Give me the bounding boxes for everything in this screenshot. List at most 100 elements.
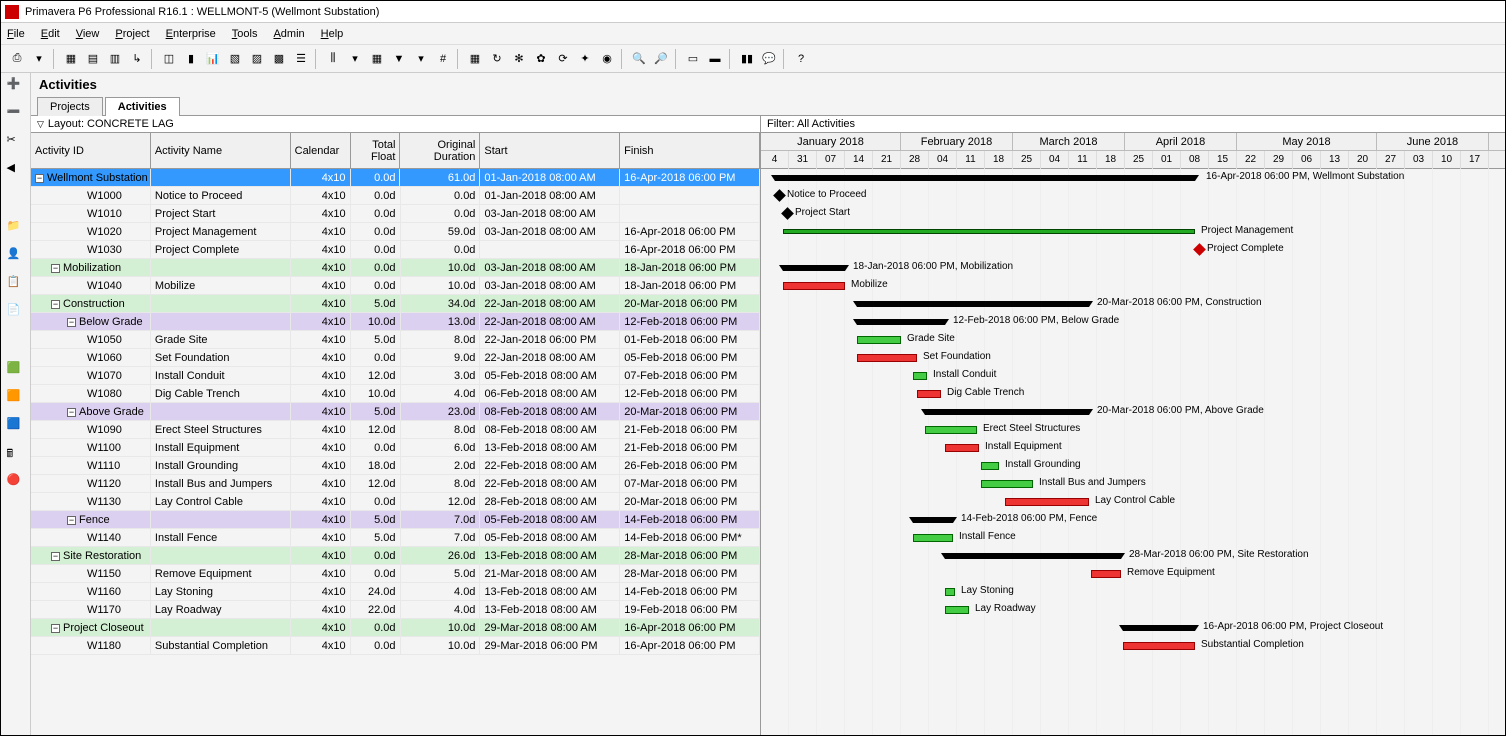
gantt-bar[interactable] [981, 462, 999, 470]
collapse-icon[interactable]: − [51, 624, 60, 633]
table-row[interactable]: W1010Project Start4x100.0d0.0d03-Jan-201… [31, 205, 760, 223]
gantt-bar[interactable] [913, 534, 953, 542]
columns-icon[interactable]: ⫼ [323, 49, 343, 69]
col-original-duration[interactable]: Original Duration [400, 133, 480, 168]
collapse-icon[interactable]: − [67, 318, 76, 327]
col-total-float[interactable]: Total Float [351, 133, 401, 168]
tab-projects[interactable]: Projects [37, 97, 103, 116]
gantt-bar[interactable] [1005, 498, 1089, 506]
clipboard-icon[interactable]: 📋 [7, 275, 25, 293]
expand-icon[interactable]: ▭ [683, 49, 703, 69]
gantt-bar[interactable] [783, 265, 845, 271]
schedule-icon[interactable]: ▦ [465, 49, 485, 69]
layout-icon[interactable]: ▦ [61, 49, 81, 69]
collapse-icon[interactable]: − [35, 174, 44, 183]
table-row[interactable]: W1170Lay Roadway4x1022.0d4.0d13-Feb-2018… [31, 601, 760, 619]
gantt-bar[interactable] [1091, 570, 1121, 578]
table-row[interactable]: W1080Dig Cable Trench4x1010.0d4.0d06-Feb… [31, 385, 760, 403]
menu-view[interactable]: View [76, 28, 100, 40]
menu-project[interactable]: Project [115, 28, 149, 40]
table-row[interactable]: W1050Grade Site4x105.0d8.0d22-Jan-2018 0… [31, 331, 760, 349]
table-row[interactable]: W1090Erect Steel Structures4x1012.0d8.0d… [31, 421, 760, 439]
gantt-bar[interactable] [945, 588, 955, 596]
menu-tools[interactable]: Tools [232, 28, 258, 40]
table-row[interactable]: −Site Restoration4x100.0d26.0d13-Feb-201… [31, 547, 760, 565]
gantt-bar[interactable] [857, 336, 901, 344]
hash-icon[interactable]: # [433, 49, 453, 69]
table-row[interactable]: −Wellmont Substation4x100.0d61.0d01-Jan-… [31, 169, 760, 187]
collapse-icon[interactable]: − [67, 408, 76, 417]
gantt-bar[interactable] [1123, 625, 1195, 631]
recalc-icon[interactable]: ⟳ [553, 49, 573, 69]
table-row[interactable]: W1140Install Fence4x105.0d7.0d05-Feb-201… [31, 529, 760, 547]
table-icon[interactable]: ▤ [83, 49, 103, 69]
report-icon[interactable]: ▧ [225, 49, 245, 69]
gantt-bar[interactable] [925, 426, 977, 434]
zoom-out-icon[interactable]: 🔎 [651, 49, 671, 69]
gantt-bar[interactable] [913, 517, 953, 523]
gantt-bar[interactable] [857, 354, 917, 362]
table-row[interactable]: −Above Grade4x105.0d23.0d08-Feb-2018 08:… [31, 403, 760, 421]
group-icon[interactable]: ▦ [367, 49, 387, 69]
table-row[interactable]: W1020Project Management4x100.0d59.0d03-J… [31, 223, 760, 241]
table-row[interactable]: W1070Install Conduit4x1012.0d3.0d05-Feb-… [31, 367, 760, 385]
table-row[interactable]: W1040Mobilize4x100.0d10.0d03-Jan-2018 08… [31, 277, 760, 295]
topic-icon[interactable]: 💬 [759, 49, 779, 69]
collapse-icon[interactable]: − [67, 516, 76, 525]
gantt-bar[interactable] [775, 175, 1195, 181]
table-row[interactable]: W1100Install Equipment4x100.0d6.0d13-Feb… [31, 439, 760, 457]
collapse-icon[interactable]: − [51, 264, 60, 273]
zoom-in-icon[interactable]: 🔍 [629, 49, 649, 69]
print-icon[interactable]: ⎙ [7, 49, 27, 69]
red-icon[interactable]: 🔴 [7, 473, 25, 491]
spell-icon[interactable]: ✿ [531, 49, 551, 69]
gantt-icon[interactable]: ▥ [105, 49, 125, 69]
user-icon[interactable]: 👤 [7, 247, 25, 265]
gantt-bar[interactable] [1123, 642, 1195, 650]
col-finish[interactable]: Finish [620, 133, 760, 168]
gantt-bar[interactable] [917, 390, 941, 398]
trace-icon[interactable]: ▩ [269, 49, 289, 69]
table-row[interactable]: −Below Grade4x1010.0d13.0d22-Jan-2018 08… [31, 313, 760, 331]
menu-help[interactable]: Help [321, 28, 344, 40]
gantt-bar[interactable] [783, 229, 1195, 234]
milestone[interactable] [1193, 243, 1206, 256]
chevron-down-icon[interactable]: ▽ [37, 119, 44, 130]
table-row[interactable]: W1180Substantial Completion4x100.0d10.0d… [31, 637, 760, 655]
table-row[interactable]: −Mobilization4x100.0d10.0d03-Jan-2018 08… [31, 259, 760, 277]
calc-icon[interactable]: 🖩 [7, 445, 25, 463]
gantt-bar[interactable] [913, 372, 927, 380]
gantt-bar[interactable] [945, 444, 979, 452]
collapse-icon[interactable]: − [51, 300, 60, 309]
menu-file[interactable]: File [7, 28, 25, 40]
delete-icon[interactable]: ➖ [7, 105, 25, 123]
menu-admin[interactable]: Admin [273, 28, 304, 40]
col-activity-name[interactable]: Activity Name [151, 133, 291, 168]
collapse-icon[interactable]: − [51, 552, 60, 561]
arrow-icon[interactable]: ↳ [127, 49, 147, 69]
wbs-icon[interactable]: ☰ [291, 49, 311, 69]
fill-icon[interactable]: ▾ [411, 49, 431, 69]
add-icon[interactable]: ➕ [7, 77, 25, 95]
folder-icon[interactable]: 📁 [7, 219, 25, 237]
cut-icon[interactable]: ✂ [7, 133, 25, 151]
gantt-bar[interactable] [783, 282, 845, 290]
left-arrow-icon[interactable]: ◀ [7, 161, 25, 179]
table-row[interactable]: W1060Set Foundation4x100.0d9.0d22-Jan-20… [31, 349, 760, 367]
table-row[interactable]: W1130Lay Control Cable4x100.0d12.0d28-Fe… [31, 493, 760, 511]
gantt-bar[interactable] [945, 553, 1121, 559]
bars-icon[interactable]: ▮ [181, 49, 201, 69]
docs-icon[interactable]: 📄 [7, 303, 25, 321]
gantt-bar[interactable] [981, 480, 1033, 488]
table-row[interactable]: W1160Lay Stoning4x1024.0d4.0d13-Feb-2018… [31, 583, 760, 601]
table-row[interactable]: −Project Closeout4x100.0d10.0d29-Mar-201… [31, 619, 760, 637]
collapse-icon[interactable]: ▬ [705, 49, 725, 69]
col-start[interactable]: Start [480, 133, 620, 168]
gantt-bar[interactable] [857, 319, 945, 325]
table-row[interactable]: W1120Install Bus and Jumpers4x1012.0d8.0… [31, 475, 760, 493]
table-row[interactable]: W1150Remove Equipment4x100.0d5.0d21-Mar-… [31, 565, 760, 583]
blue-icon[interactable]: 🟦 [7, 417, 25, 435]
arrow-down-icon[interactable]: ▾ [345, 49, 365, 69]
resource-icon[interactable]: ▨ [247, 49, 267, 69]
menu-edit[interactable]: Edit [41, 28, 60, 40]
